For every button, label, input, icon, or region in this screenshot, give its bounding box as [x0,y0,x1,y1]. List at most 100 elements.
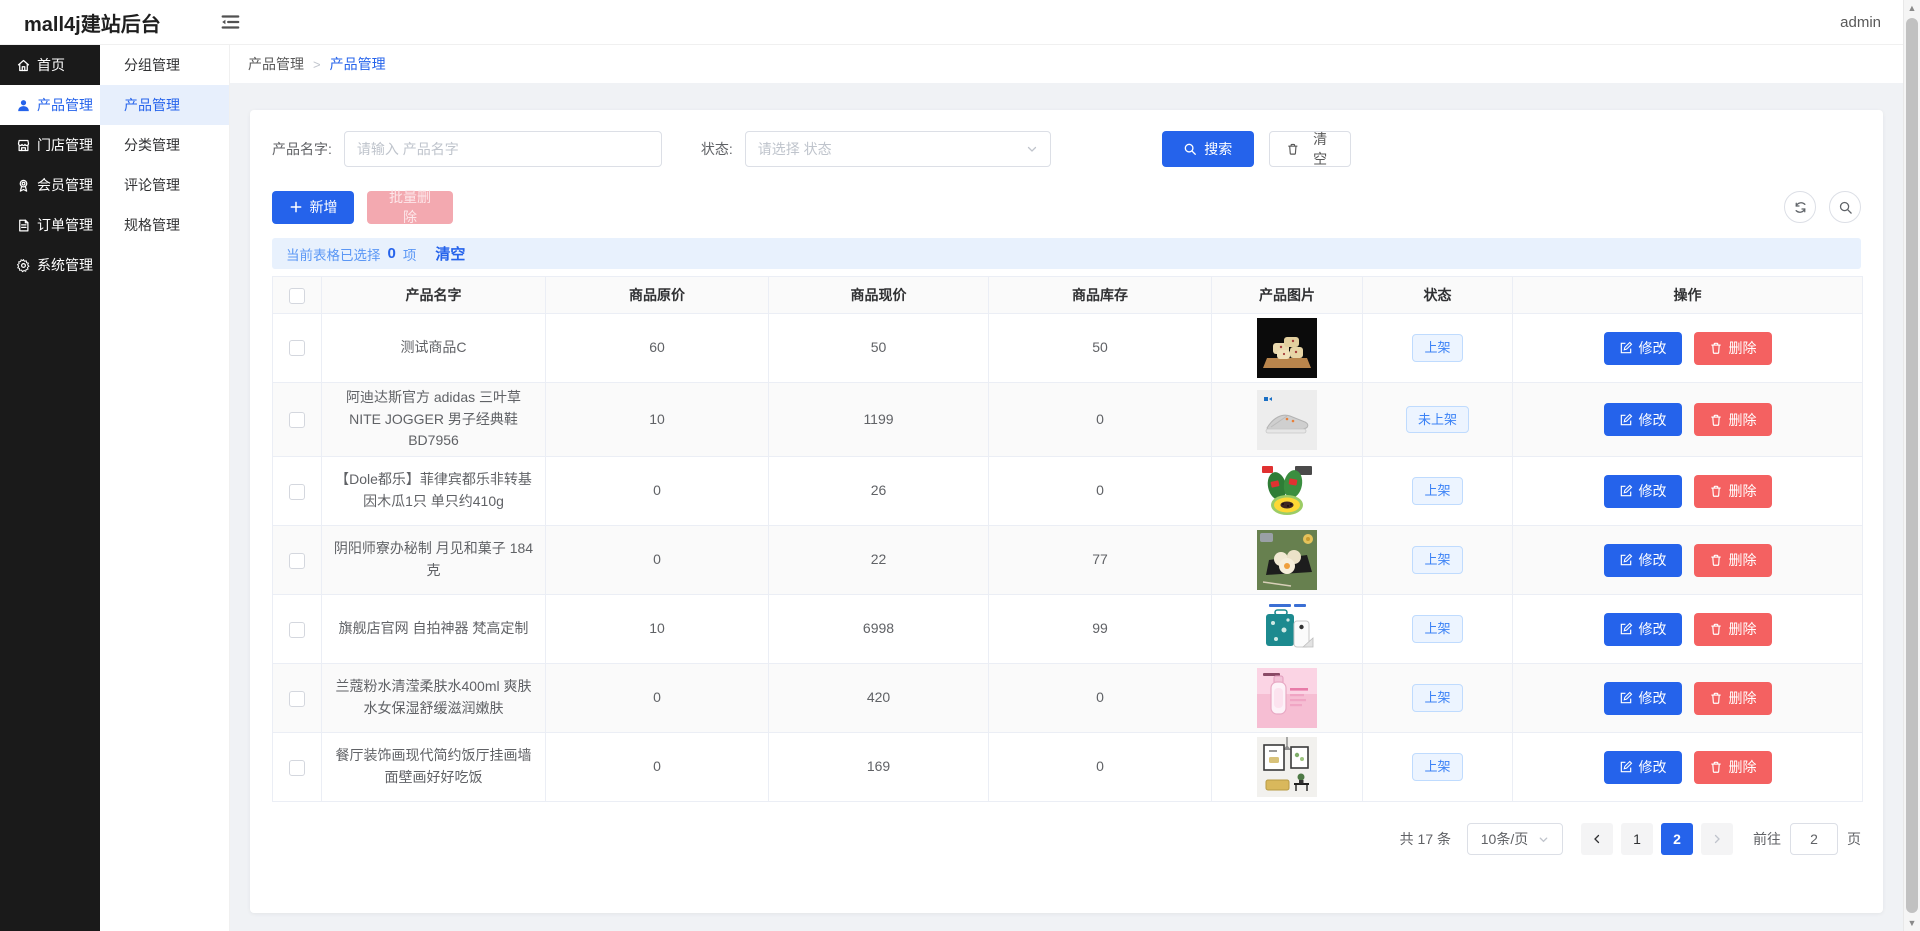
edit-button-label: 修改 [1639,338,1667,358]
delete-button[interactable]: 删除 [1694,403,1772,436]
scroll-up-icon[interactable]: ▲ [1904,0,1920,16]
current-user[interactable]: admin [1840,14,1881,31]
stock-cell: 0 [989,457,1212,526]
row-checkbox[interactable] [289,691,305,707]
row-checkbox-cell [273,595,322,664]
product-table: 产品名字商品原价商品现价商品库存产品图片状态操作 测试商品C605050上架修改… [272,276,1863,802]
page-button-1[interactable]: 1 [1621,823,1653,855]
current-price-cell: 1199 [769,383,989,457]
column-header-商品现价: 商品现价 [769,277,989,314]
goto-label: 前往 [1753,829,1781,849]
sidebar-item-系统管理[interactable]: 系统管理 [0,245,100,285]
submenu-item-分类管理[interactable]: 分类管理 [100,125,229,165]
row-checkbox[interactable] [289,412,305,428]
delete-button-label: 删除 [1729,481,1757,501]
sidebar-item-门店管理[interactable]: 门店管理 [0,125,100,165]
column-search-button[interactable] [1829,191,1861,223]
scroll-down-icon[interactable]: ▼ [1904,915,1920,931]
delete-button[interactable]: 删除 [1694,544,1772,577]
edit-icon [1619,413,1633,427]
breadcrumb-item-2[interactable]: 产品管理 [330,54,386,74]
sidebar-item-会员管理[interactable]: 会员管理 [0,165,100,205]
original-price-cell: 10 [546,595,769,664]
sidebar-item-首页[interactable]: 首页 [0,45,100,85]
edit-button[interactable]: 修改 [1604,544,1682,577]
row-checkbox[interactable] [289,484,305,500]
table-row: 兰蔻粉水清滢柔肤水400ml 爽肤水女保湿舒缓滋润嫩肤04200上架修改删除 [273,664,1863,733]
prev-page-button[interactable] [1581,823,1613,855]
edit-button-label: 修改 [1639,688,1667,708]
delete-button-label: 删除 [1729,757,1757,777]
product-name-label: 产品名字: [272,139,332,159]
product-image [1257,390,1317,450]
row-checkbox[interactable] [289,340,305,356]
submenu-item-评论管理[interactable]: 评论管理 [100,165,229,205]
stock-cell: 77 [989,526,1212,595]
status-cell: 上架 [1363,733,1513,802]
refresh-icon [1793,200,1808,215]
trash-icon [1709,484,1723,498]
product-image-cell [1212,314,1363,383]
edit-button[interactable]: 修改 [1604,613,1682,646]
selection-bar: 当前表格已选择 0 项 清空 [272,238,1861,269]
submenu-item-产品管理[interactable]: 产品管理 [100,85,229,125]
original-price-cell: 60 [546,314,769,383]
page-size-select[interactable]: 10条/页 [1467,823,1563,855]
trash-icon [1709,413,1723,427]
row-checkbox[interactable] [289,622,305,638]
status-select[interactable]: 请选择 状态 [745,131,1051,167]
batch-delete-button[interactable]: 批量删除 [367,191,453,224]
stock-cell: 99 [989,595,1212,664]
search-button[interactable]: 搜索 [1162,131,1254,167]
sidebar-item-订单管理[interactable]: 订单管理 [0,205,100,245]
edit-button[interactable]: 修改 [1604,475,1682,508]
product-name-input[interactable] [344,131,662,167]
submenu-item-分组管理[interactable]: 分组管理 [100,45,229,85]
stock-cell: 0 [989,383,1212,457]
delete-button[interactable]: 删除 [1694,751,1772,784]
product-image-cell [1212,595,1363,664]
goto-page-input[interactable] [1790,823,1838,855]
edit-button[interactable]: 修改 [1604,403,1682,436]
delete-button[interactable]: 删除 [1694,475,1772,508]
app-title: mall4j建站后台 [24,8,161,37]
column-header-状态: 状态 [1363,277,1513,314]
vertical-scrollbar[interactable]: ▲ ▼ [1903,0,1920,931]
next-page-button[interactable] [1701,823,1733,855]
sidebar-item-产品管理[interactable]: 产品管理 [0,85,100,125]
goto-suffix: 页 [1847,829,1861,849]
edit-button[interactable]: 修改 [1604,682,1682,715]
product-image-cell [1212,733,1363,802]
original-price-cell: 0 [546,664,769,733]
page-button-2[interactable]: 2 [1661,823,1693,855]
selection-text: 当前表格已选择 [286,244,381,264]
edit-button[interactable]: 修改 [1604,751,1682,784]
row-checkbox[interactable] [289,760,305,776]
breadcrumb-separator-icon: > [313,57,321,72]
delete-button[interactable]: 删除 [1694,332,1772,365]
breadcrumb-item-1[interactable]: 产品管理 [248,54,304,74]
add-button[interactable]: 新增 [272,191,354,224]
edit-button[interactable]: 修改 [1604,332,1682,365]
row-checkbox[interactable] [289,553,305,569]
header-checkbox-cell [273,277,322,314]
refresh-button[interactable] [1784,191,1816,223]
scrollbar-thumb[interactable] [1906,18,1918,913]
delete-button-label: 删除 [1729,619,1757,639]
delete-button[interactable]: 删除 [1694,613,1772,646]
edit-icon [1619,484,1633,498]
delete-button[interactable]: 删除 [1694,682,1772,715]
row-checkbox-cell [273,664,322,733]
actions-cell: 修改 删除 [1513,595,1863,664]
clear-button-label: 清空 [1306,129,1333,169]
selection-clear-link[interactable]: 清空 [435,243,465,264]
menu-fold-icon[interactable] [219,11,241,33]
product-image-cell [1212,383,1363,457]
submenu-item-规格管理[interactable]: 规格管理 [100,205,229,245]
chevron-down-icon [1538,834,1549,845]
clear-filters-button[interactable]: 清空 [1269,131,1351,167]
member-icon [16,178,31,193]
select-all-checkbox[interactable] [289,288,305,304]
status-cell: 上架 [1363,457,1513,526]
original-price-cell: 0 [546,526,769,595]
